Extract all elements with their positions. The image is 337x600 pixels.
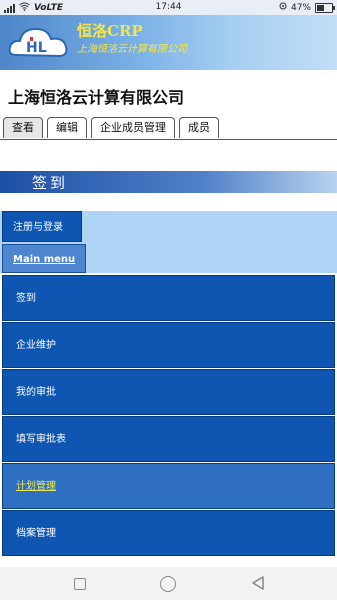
system-nav-bar	[0, 567, 337, 600]
battery-icon	[315, 3, 335, 13]
back-icon[interactable]	[251, 576, 265, 590]
company-title: 上海恒洛云计算有限公司	[8, 88, 185, 107]
location-icon	[279, 2, 287, 14]
tab-divider	[0, 139, 337, 140]
tab-bar: 查看 编辑 企业成员管理 成员	[3, 117, 219, 139]
main-menu: 签到 企业维护 我的审批 填写审批表 计划管理 档案管理	[2, 275, 335, 557]
status-bar: VoLTE 17:44 47%	[0, 0, 337, 15]
menu-item-fill-approval[interactable]: 填写审批表	[2, 416, 335, 462]
brand-subtitle: 上海恒洛云计算有限公司	[77, 44, 187, 55]
menu-item-archive-management[interactable]: 档案管理	[2, 510, 335, 556]
brand-name: 恒洛CRP	[77, 22, 143, 40]
cloud-logo-icon: HL	[8, 27, 68, 58]
register-login-link[interactable]: 注册与登录	[2, 211, 82, 242]
tab-member-management[interactable]: 企业成员管理	[91, 117, 175, 138]
menu-item-plan-management[interactable]: 计划管理	[2, 463, 335, 509]
battery-percent: 47%	[290, 3, 311, 13]
main-menu-link[interactable]: Main menu	[2, 244, 86, 273]
page-title-bar: 签到	[0, 171, 337, 193]
menu-item-enterprise[interactable]: 企业维护	[2, 322, 335, 368]
tab-view[interactable]: 查看	[3, 117, 43, 138]
tab-members[interactable]: 成员	[179, 117, 219, 138]
recent-apps-icon[interactable]	[74, 578, 86, 590]
tab-edit[interactable]: 编辑	[47, 117, 87, 138]
page-title: 签到	[32, 174, 69, 192]
home-icon[interactable]	[160, 576, 176, 592]
header-banner: HL 恒洛CRP 上海恒洛云计算有限公司	[0, 15, 337, 70]
menu-item-checkin[interactable]: 签到	[2, 275, 335, 321]
menu-item-my-approvals[interactable]: 我的审批	[2, 369, 335, 415]
svg-text:HL: HL	[26, 40, 47, 56]
